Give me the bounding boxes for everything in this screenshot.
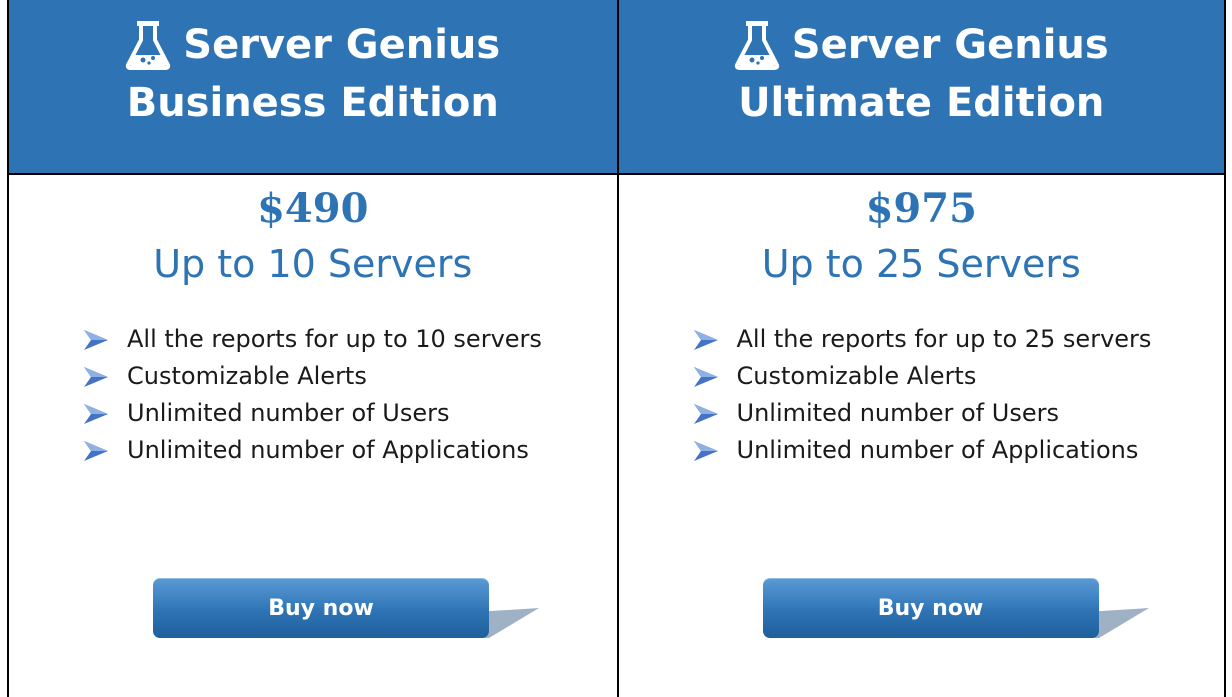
feature-item: Unlimited number of Applications bbox=[83, 432, 617, 469]
feature-item: Unlimited number of Users bbox=[83, 395, 617, 432]
arrow-right-icon bbox=[693, 440, 718, 461]
buy-button-wrap: Buy now bbox=[762, 578, 1149, 640]
arrow-right-icon bbox=[693, 403, 718, 424]
feature-item: Customizable Alerts bbox=[83, 358, 617, 395]
feature-list: All the reports for up to 25 servers Cus… bbox=[619, 321, 1225, 469]
pricing-card-business: Server Genius Business Edition $490 Up t… bbox=[9, 0, 617, 697]
arrow-right-icon bbox=[84, 440, 108, 461]
pricing-card-ultimate: Server Genius Ultimate Edition $975 Up t… bbox=[616, 0, 1225, 697]
product-name: Server Genius bbox=[791, 22, 1109, 68]
arrow-right-icon bbox=[84, 366, 108, 387]
pricing-grid: Server Genius Business Edition $490 Up t… bbox=[7, 0, 1226, 697]
server-limit: Up to 25 Servers bbox=[761, 242, 1081, 286]
edition-name: Ultimate Edition bbox=[738, 80, 1105, 126]
arrow-right-icon bbox=[84, 329, 108, 350]
buy-now-button[interactable]: Buy now bbox=[153, 578, 489, 638]
edition-name: Business Edition bbox=[126, 80, 499, 126]
server-limit: Up to 10 Servers bbox=[153, 242, 473, 286]
feature-item: All the reports for up to 25 servers bbox=[693, 321, 1225, 358]
buy-button-wrap: Buy now bbox=[153, 578, 539, 640]
arrow-right-icon bbox=[84, 403, 108, 424]
price: $975 bbox=[865, 185, 977, 232]
flask-icon bbox=[734, 21, 779, 70]
arrow-right-icon bbox=[693, 329, 718, 350]
feature-item: Unlimited number of Applications bbox=[693, 432, 1225, 469]
flask-icon bbox=[126, 21, 171, 70]
product-name: Server Genius bbox=[183, 22, 501, 68]
price: $490 bbox=[257, 185, 369, 232]
card-header: Server Genius Ultimate Edition bbox=[618, 0, 1224, 175]
feature-list: All the reports for up to 10 servers Cus… bbox=[9, 321, 617, 469]
feature-item: All the reports for up to 10 servers bbox=[83, 321, 617, 358]
card-header: Server Genius Business Edition bbox=[9, 0, 617, 175]
feature-item: Customizable Alerts bbox=[693, 358, 1225, 395]
arrow-right-icon bbox=[693, 366, 718, 387]
feature-item: Unlimited number of Users bbox=[693, 395, 1225, 432]
buy-now-button[interactable]: Buy now bbox=[762, 578, 1099, 638]
